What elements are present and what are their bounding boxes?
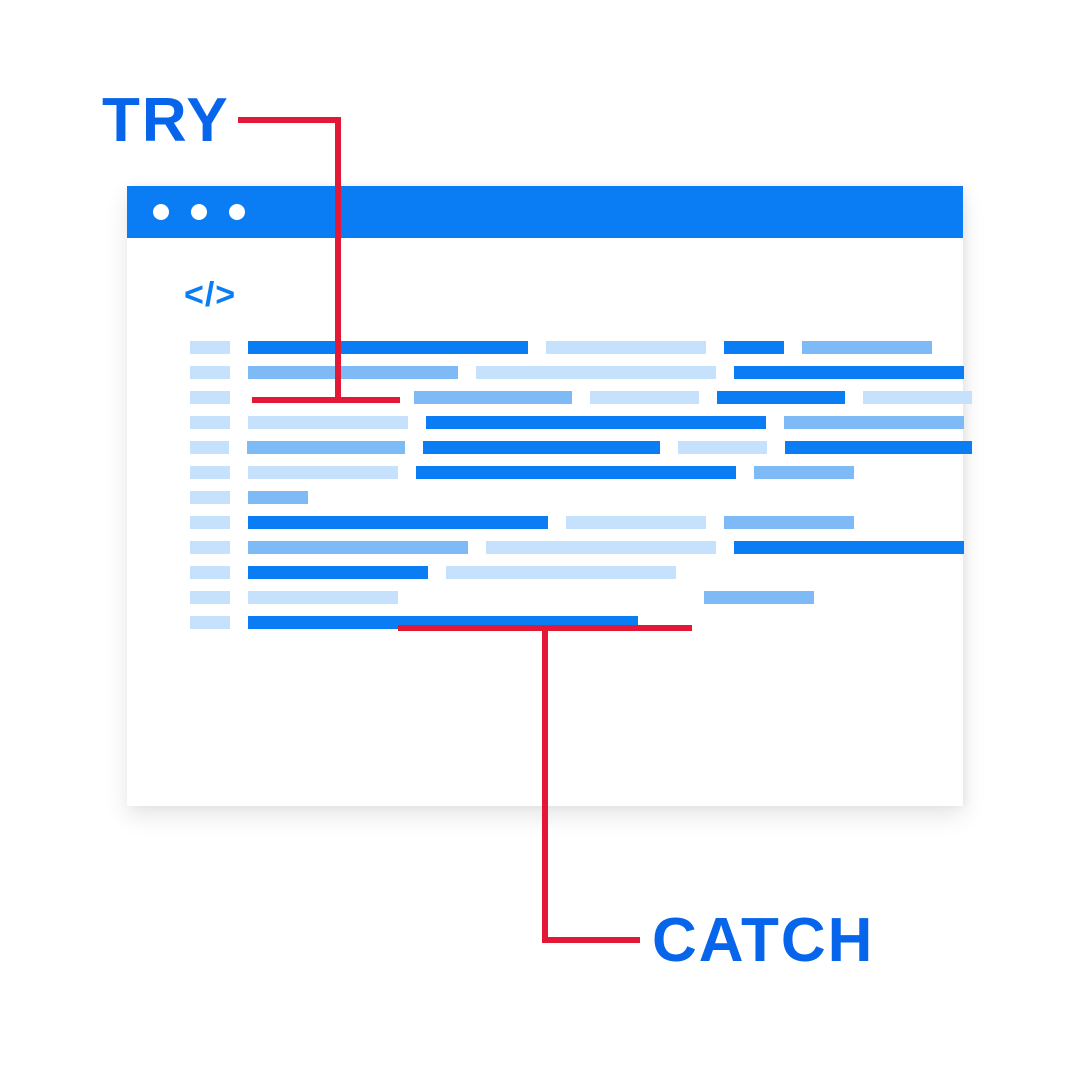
window-dot-icon: [153, 204, 169, 220]
catch-label: CATCH: [652, 905, 874, 976]
window-dot-icon: [191, 204, 207, 220]
code-line: [190, 441, 972, 454]
code-brackets-icon: </>: [184, 276, 972, 315]
code-line: [190, 391, 972, 404]
code-line: [190, 416, 972, 429]
code-line: [190, 591, 972, 604]
code-line: [190, 516, 972, 529]
code-line: [190, 616, 972, 629]
window-titlebar: [127, 186, 963, 238]
code-lines: [190, 341, 972, 629]
code-line: [190, 466, 972, 479]
try-label: TRY: [102, 85, 230, 156]
window-dot-icon: [229, 204, 245, 220]
code-content: </>: [190, 276, 972, 641]
code-line: [190, 566, 972, 579]
code-line: [190, 541, 972, 554]
code-line: [190, 366, 972, 379]
code-line: [190, 491, 972, 504]
code-line: [190, 341, 972, 354]
